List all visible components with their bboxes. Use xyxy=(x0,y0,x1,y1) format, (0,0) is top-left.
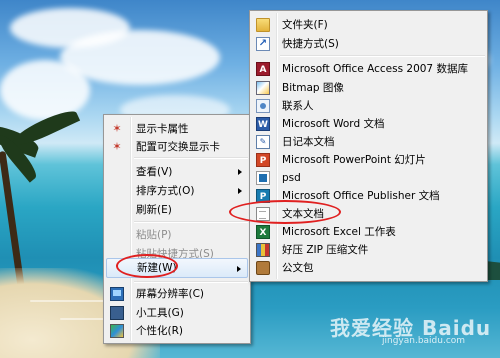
new-item-briefcase[interactable]: 公文包 xyxy=(252,258,485,278)
new-item-journal-document[interactable]: ✎ 日记本文档 xyxy=(252,132,485,152)
display-card-icon: ✶ xyxy=(112,122,122,135)
word-icon: W xyxy=(256,117,270,131)
menu-item-label: 粘贴(P) xyxy=(136,229,172,241)
menu-item-gadgets[interactable]: 小工具(G) xyxy=(106,303,248,323)
new-item-powerpoint[interactable]: P Microsoft PowerPoint 幻灯片 xyxy=(252,150,485,170)
menu-item-label: Bitmap 图像 xyxy=(282,82,344,94)
new-item-folder[interactable]: 文件夹(F) xyxy=(252,15,485,35)
menu-item-label: Microsoft Office Access 2007 数据库 xyxy=(282,63,468,75)
menu-item-refresh[interactable]: 刷新(E) xyxy=(106,200,248,220)
menu-item-label: 显示卡属性 xyxy=(136,123,189,135)
submenu-arrow-icon xyxy=(237,266,241,272)
menu-item-label: Microsoft PowerPoint 幻灯片 xyxy=(282,154,426,166)
annotation-circle-new xyxy=(116,254,178,278)
new-item-psd[interactable]: psd xyxy=(252,168,485,188)
watermark-url: jingyan.baidu.com xyxy=(382,336,466,346)
menu-item-label: 好压 ZIP 压缩文件 xyxy=(282,244,369,256)
annotation-circle-text-document xyxy=(229,200,341,224)
powerpoint-icon: P xyxy=(256,153,270,167)
psd-icon xyxy=(256,171,270,185)
bitmap-icon xyxy=(256,81,270,95)
menu-item-configure-switchable-graphics[interactable]: ✶ 配置可交换显示卡 xyxy=(106,137,248,157)
menu-separator xyxy=(134,157,248,159)
menu-item-label: 快捷方式(S) xyxy=(282,38,339,50)
menu-item-label: 文件夹(F) xyxy=(282,19,328,31)
menu-item-label: Microsoft Word 文档 xyxy=(282,118,385,130)
new-item-zip-archive[interactable]: 好压 ZIP 压缩文件 xyxy=(252,240,485,260)
contact-icon xyxy=(256,99,270,113)
gadget-icon xyxy=(110,306,124,320)
menu-item-personalize[interactable]: 个性化(R) xyxy=(106,321,248,341)
new-item-bitmap[interactable]: Bitmap 图像 xyxy=(252,78,485,98)
journal-icon: ✎ xyxy=(256,135,270,149)
menu-item-screen-resolution[interactable]: 屏幕分辨率(C) xyxy=(106,284,248,304)
cloud xyxy=(0,60,90,120)
menu-item-label: 屏幕分辨率(C) xyxy=(136,288,205,300)
menu-item-display-card-properties[interactable]: ✶ 显示卡属性 xyxy=(106,119,248,139)
new-item-word-document[interactable]: W Microsoft Word 文档 xyxy=(252,114,485,134)
submenu-arrow-icon xyxy=(238,188,242,194)
menu-separator xyxy=(280,55,485,57)
monitor-icon xyxy=(110,287,124,301)
personalize-icon xyxy=(110,324,124,338)
new-item-excel-worksheet[interactable]: X Microsoft Excel 工作表 xyxy=(252,222,485,242)
submenu-arrow-icon xyxy=(238,169,242,175)
new-item-access-database[interactable]: A Microsoft Office Access 2007 数据库 xyxy=(252,59,485,79)
menu-item-label: 个性化(R) xyxy=(136,325,183,337)
menu-separator xyxy=(134,281,248,283)
desktop-context-menu: ✶ 显示卡属性 ✶ 配置可交换显示卡 查看(V) 排序方式(O) 刷新(E) 粘… xyxy=(103,114,251,344)
menu-item-label: Microsoft Excel 工作表 xyxy=(282,226,396,238)
menu-item-label: 配置可交换显示卡 xyxy=(136,141,220,153)
new-item-contact[interactable]: 联系人 xyxy=(252,96,485,116)
menu-item-label: 小工具(G) xyxy=(136,307,184,319)
new-item-shortcut[interactable]: ↗ 快捷方式(S) xyxy=(252,34,485,54)
menu-item-label: 日记本文档 xyxy=(282,136,335,148)
menu-item-label: 公文包 xyxy=(282,262,314,274)
menu-separator xyxy=(134,221,248,223)
access-icon: A xyxy=(256,62,270,76)
menu-item-label: 联系人 xyxy=(282,100,314,112)
menu-item-paste[interactable]: 粘贴(P) xyxy=(106,225,248,245)
display-card-icon: ✶ xyxy=(112,140,122,153)
new-submenu: 文件夹(F) ↗ 快捷方式(S) A Microsoft Office Acce… xyxy=(249,10,488,282)
folder-icon xyxy=(256,18,270,32)
menu-item-sort-by[interactable]: 排序方式(O) xyxy=(106,181,248,201)
menu-item-label: 排序方式(O) xyxy=(136,185,195,197)
zip-icon xyxy=(256,243,270,257)
excel-icon: X xyxy=(256,225,270,239)
menu-item-label: 查看(V) xyxy=(136,166,173,178)
shortcut-icon: ↗ xyxy=(256,37,270,51)
menu-item-label: 刷新(E) xyxy=(136,204,172,216)
menu-item-label: psd xyxy=(282,172,301,184)
menu-item-view[interactable]: 查看(V) xyxy=(106,162,248,182)
briefcase-icon xyxy=(256,261,270,275)
